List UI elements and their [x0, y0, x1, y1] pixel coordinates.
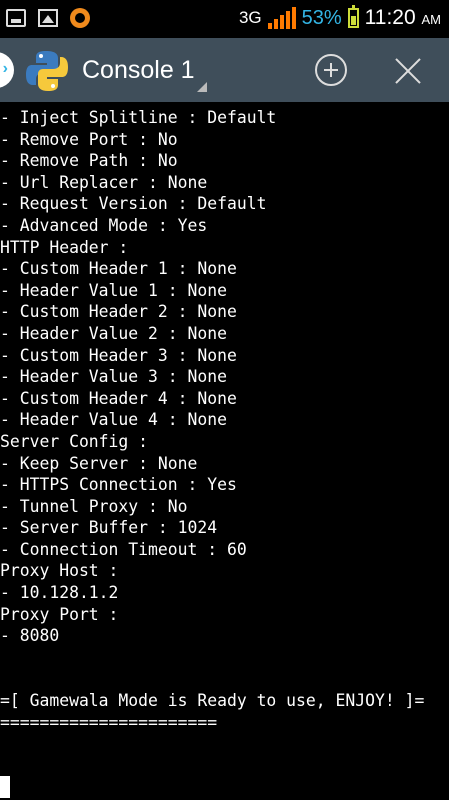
action-bar: › Console 1 — [0, 38, 449, 102]
console-line: Proxy Host : — [0, 561, 119, 581]
console-line: - Header Value 1 : None — [0, 280, 227, 300]
console-line: - Header Value 3 : None — [0, 367, 227, 387]
close-icon[interactable] — [393, 56, 423, 86]
status-bar: 3G 53% 11:20 AM — [0, 0, 449, 38]
chevron-right-icon: › — [2, 60, 8, 77]
battery-icon — [347, 5, 359, 28]
signal-icon — [267, 7, 296, 29]
terminal-cursor — [0, 776, 10, 798]
console-line: - Custom Header 4 : None — [0, 388, 237, 408]
console-line: - Header Value 2 : None — [0, 323, 227, 343]
console-line: - Tunnel Proxy : No — [0, 496, 188, 516]
console-line: - Keep Server : None — [0, 453, 198, 473]
clock-time: 11:20 — [364, 6, 416, 29]
console-line: - 10.128.1.2 — [0, 583, 119, 603]
network-type: 3G — [238, 8, 262, 27]
console-line: ====================== — [0, 712, 218, 732]
app-notification-icon — [70, 8, 90, 28]
console-line: - Remove Port : No — [0, 129, 178, 149]
plus-circle-icon[interactable] — [315, 54, 347, 86]
console-line: - Custom Header 3 : None — [0, 345, 237, 365]
console-line: - Custom Header 1 : None — [0, 259, 237, 279]
console-line: - HTTPS Connection : Yes — [0, 475, 237, 495]
clock: 11:20 AM — [365, 6, 441, 30]
clock-ampm: AM — [421, 12, 442, 27]
console-line: - Advanced Mode : Yes — [0, 215, 208, 235]
system-icons: 3G 53% 11:20 AM — [238, 5, 441, 30]
gallery-icon — [38, 9, 58, 27]
notification-icons — [6, 8, 90, 28]
console-line: Proxy Port : — [0, 604, 119, 624]
screenshot-icon — [6, 9, 26, 27]
console-output[interactable]: - Inject Splitline : Default - Remove Por… — [0, 107, 449, 733]
console-line: - Custom Header 2 : None — [0, 302, 237, 322]
console-line: - Server Buffer : 1024 — [0, 518, 218, 538]
console-line: - Connection Timeout : 60 — [0, 539, 247, 559]
battery-percent: 53% — [301, 6, 342, 29]
console-line: - Inject Splitline : Default — [0, 108, 277, 127]
python-logo-icon — [26, 51, 68, 91]
console-line: HTTP Header : — [0, 237, 129, 257]
drawer-handle[interactable]: › — [0, 52, 14, 88]
console-line: Server Config : — [0, 431, 149, 451]
console-line: - Url Replacer : None — [0, 172, 208, 192]
console-line: - Request Version : Default — [0, 194, 267, 214]
console-line: - Remove Path : No — [0, 151, 178, 171]
console-line: - 8080 — [0, 626, 60, 646]
console-line: - Header Value 4 : None — [0, 410, 227, 430]
dropdown-arrow-icon — [197, 82, 207, 92]
console-title-dropdown[interactable]: Console 1 — [82, 56, 195, 85]
console-line: =[ Gamewala Mode is Ready to use, ENJOY!… — [0, 691, 425, 711]
